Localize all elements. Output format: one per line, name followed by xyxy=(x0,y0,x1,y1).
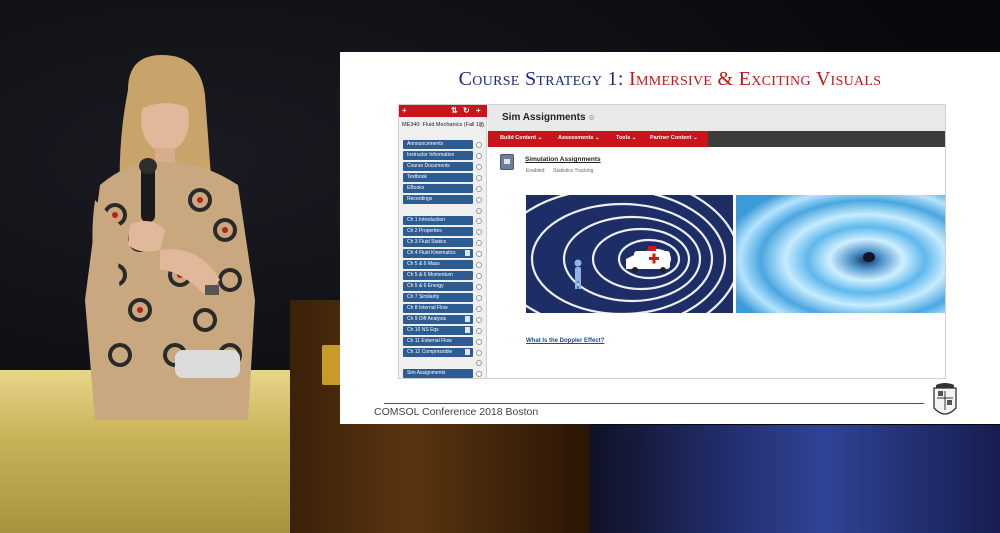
podium-lamp xyxy=(322,345,342,385)
menu-build-content-label: Build Content xyxy=(500,135,537,141)
nav-option-icon[interactable] xyxy=(476,218,482,224)
doppler-simulation-image[interactable] xyxy=(526,195,733,313)
nav-ch2[interactable]: Ch 2 Properties xyxy=(403,227,473,236)
menu-tools[interactable]: Tools ⌄ xyxy=(616,135,636,141)
nav-option-icon[interactable] xyxy=(476,350,482,356)
nav-ebooks[interactable]: EBooks xyxy=(403,184,473,193)
nav-ch8[interactable]: Ch 8 Internal Flow xyxy=(403,304,473,313)
nav-option-icon[interactable] xyxy=(476,153,482,159)
nav-option-icon[interactable] xyxy=(476,317,482,323)
nav-ch9-label: Ch 9 Diff Analysis xyxy=(407,316,447,322)
chevron-down-icon: ⌄ xyxy=(537,135,543,141)
action-menubar: Build Content ⌄ Assessments ⌄ Tools ⌄ Pa… xyxy=(488,131,945,147)
nav-option-icon[interactable] xyxy=(476,186,482,192)
sidebar-toolbar: + ⇅ ↻ + xyxy=(399,105,487,117)
home-icon[interactable]: ⌂ xyxy=(480,122,484,129)
lms-main-panel: Sim Assignments ⚙ Build Content ⌄ Assessm… xyxy=(488,105,946,378)
menu-partner-content-label: Partner Content xyxy=(650,135,692,141)
nav-textbook[interactable]: Textbook xyxy=(403,173,473,182)
nav-ch10-label: Ch 10 NS Eqs xyxy=(407,327,439,333)
nav-option-icon[interactable] xyxy=(476,197,482,203)
presenter xyxy=(85,55,255,420)
presentation-slide: Course Strategy 1: Immersive & Exciting … xyxy=(340,52,1000,424)
divider-option-icon[interactable] xyxy=(476,360,482,366)
course-title-text: ME340: Fluid Mechanics (Fall 18) xyxy=(402,122,484,128)
table-device xyxy=(175,350,240,378)
document-icon xyxy=(465,349,470,355)
nav-option-icon[interactable] xyxy=(476,229,482,235)
document-icon xyxy=(465,316,470,322)
add-menu-button[interactable]: + xyxy=(402,106,407,116)
nav-ch1[interactable]: Ch 1 Introduction xyxy=(403,216,473,225)
nav-announcements[interactable]: Announcements xyxy=(403,140,473,149)
menu-build-content[interactable]: Build Content ⌄ xyxy=(500,135,542,141)
nav-option-icon[interactable] xyxy=(476,175,482,181)
footer-divider xyxy=(384,403,924,404)
nav-ch11[interactable]: Ch 11 External Flow xyxy=(403,337,473,346)
nav-recordings[interactable]: Recordings xyxy=(403,195,473,204)
options-icon[interactable]: ⚙ xyxy=(589,115,595,122)
nav-ch5-energy[interactable]: Ch 5 & 6 Energy xyxy=(403,282,473,291)
nav-ch12-label: Ch 12 Compressible xyxy=(407,349,453,355)
nav-ch12[interactable]: Ch 12 Compressible xyxy=(403,348,473,357)
document-icon xyxy=(465,250,470,256)
menu-tools-label: Tools xyxy=(616,135,631,141)
floor-light xyxy=(560,425,1000,533)
nav-ch5-momentum[interactable]: Ch 5 & 6 Momentum xyxy=(403,271,473,280)
content-folder-icon xyxy=(500,154,514,170)
nav-ch4-label: Ch 4 Fluid Kinematics xyxy=(407,250,456,256)
nav-ch3[interactable]: Ch 3 Fluid Statics xyxy=(403,238,473,247)
ambulance-figure xyxy=(626,246,670,273)
slide-title-highlight: Immersive & Exciting Visuals xyxy=(629,68,882,90)
meta-tracking: Statistics Tracking xyxy=(553,168,594,174)
nav-ch5-mass[interactable]: Ch 5 & 6 Mass xyxy=(403,260,473,269)
nav-option-icon[interactable] xyxy=(476,273,482,279)
nav-course-documents[interactable]: Course Documents xyxy=(403,162,473,171)
nav-ch10[interactable]: Ch 10 NS Eqs xyxy=(403,326,473,335)
slide-footer: COMSOL Conference 2018 Boston xyxy=(374,406,539,418)
wave-rings xyxy=(526,195,733,313)
refresh-button[interactable]: ↻ xyxy=(463,106,470,116)
reorder-button[interactable]: ⇅ xyxy=(451,106,458,116)
slide-title-prefix: Course Strategy 1: xyxy=(458,68,629,90)
nav-option-icon[interactable] xyxy=(476,142,482,148)
add-item-button[interactable]: + xyxy=(476,106,481,116)
wave-surface-image[interactable] xyxy=(736,195,946,313)
menu-assessments-label: Assessments xyxy=(558,135,594,141)
nav-option-icon[interactable] xyxy=(476,251,482,257)
nav-sim-assignments[interactable]: Sim Assignments xyxy=(403,369,473,378)
content-item-title[interactable]: Simulation Assignments xyxy=(525,156,601,163)
menu-partner-content[interactable]: Partner Content ⌄ xyxy=(650,135,698,141)
page-header: Sim Assignments ⚙ xyxy=(488,105,945,131)
content-item-meta: Enabled: Statistics Tracking xyxy=(526,168,599,174)
chevron-down-icon: ⌄ xyxy=(595,135,600,141)
meta-enabled: Enabled: xyxy=(526,168,546,174)
nav-option-icon[interactable] xyxy=(476,284,482,290)
chevron-down-icon: ⌄ xyxy=(631,135,637,141)
nav-ch7[interactable]: Ch 7 Similarity xyxy=(403,293,473,302)
lms-screenshot: + ⇅ ↻ + ME340: Fluid Mechanics (Fall 18)… xyxy=(398,104,946,379)
nav-option-icon[interactable] xyxy=(476,339,482,345)
nav-ch4[interactable]: Ch 4 Fluid Kinematics xyxy=(403,249,473,258)
nav-ch9[interactable]: Ch 9 Diff Analysis xyxy=(403,315,473,324)
university-seal-icon xyxy=(933,383,957,415)
nav-option-icon[interactable] xyxy=(476,306,482,312)
nav-instructor-information[interactable]: Instructor Information xyxy=(403,151,473,160)
nav-option-icon[interactable] xyxy=(476,295,482,301)
menu-assessments[interactable]: Assessments ⌄ xyxy=(558,135,600,141)
course-sidebar: + ⇅ ↻ + ME340: Fluid Mechanics (Fall 18)… xyxy=(399,105,487,378)
doppler-effect-link[interactable]: What Is the Doppler Effect? xyxy=(526,338,604,344)
nav-option-icon[interactable] xyxy=(476,262,482,268)
divider-option-icon[interactable] xyxy=(476,208,482,214)
page-title: Sim Assignments ⚙ xyxy=(502,112,595,123)
slide-title: Course Strategy 1: Immersive & Exciting … xyxy=(340,68,1000,91)
nav-option-icon[interactable] xyxy=(476,371,482,377)
course-title[interactable]: ME340: Fluid Mechanics (Fall 18) ⌂ xyxy=(402,122,484,129)
nav-option-icon[interactable] xyxy=(476,164,482,170)
page-title-text: Sim Assignments xyxy=(502,112,586,123)
chevron-down-icon: ⌄ xyxy=(693,135,698,141)
nav-option-icon[interactable] xyxy=(476,328,482,334)
document-icon xyxy=(465,327,470,333)
nav-option-icon[interactable] xyxy=(476,240,482,246)
